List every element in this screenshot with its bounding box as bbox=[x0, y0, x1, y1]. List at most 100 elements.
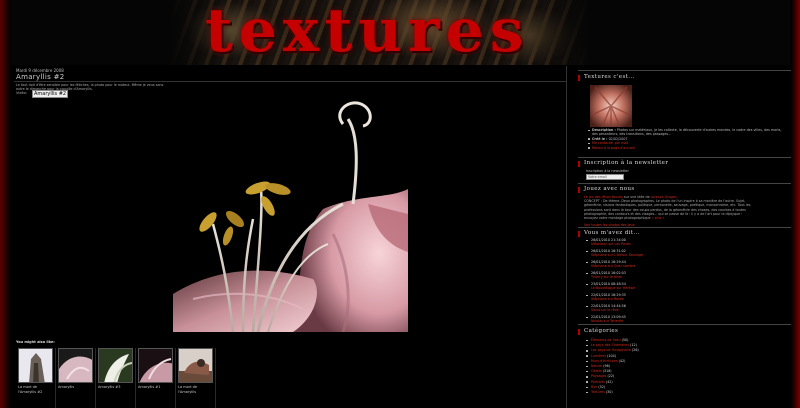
sidebar: Textures c'est... Description : Photos s… bbox=[578, 70, 791, 408]
game-concept: CONCEPT : De thème. Deux photographes. L… bbox=[584, 199, 751, 221]
newsletter-label: Inscription à la newsletter bbox=[586, 169, 629, 173]
comment-item[interactable]: 26/01/2010 16:02:03 Thierry sur le dîner bbox=[586, 271, 706, 279]
still-life-thumb bbox=[179, 349, 212, 382]
related-post-item[interactable]: La mort de l'Amaryllis #2 bbox=[16, 348, 56, 408]
related-post-caption[interactable]: Amaryllis #3 bbox=[98, 385, 135, 390]
divider bbox=[578, 324, 791, 325]
category-count: (50) bbox=[621, 338, 629, 342]
related-posts-label: You might also like: bbox=[16, 340, 55, 344]
flower-thumb bbox=[139, 349, 172, 382]
flower-thumb bbox=[99, 349, 132, 382]
created-label: Créé le : bbox=[592, 136, 608, 141]
category-count: (42) bbox=[605, 379, 613, 384]
related-post-thumbnail[interactable] bbox=[138, 348, 173, 383]
related-post-caption[interactable]: La mort de l'Amaryllis #2 bbox=[18, 385, 55, 394]
comment-item[interactable]: 26/01/2010 16:31:02 Stéphane sur L'Amour … bbox=[586, 249, 706, 257]
category-item[interactable]: Textures (30) bbox=[586, 390, 706, 395]
post-tag-label: Vidéo: bbox=[16, 91, 27, 95]
categories-section-title: Catégories bbox=[578, 328, 618, 335]
divider bbox=[578, 70, 791, 71]
category-link[interactable]: Paysages bbox=[591, 374, 606, 378]
comment-item[interactable]: 22/01/2010 14:44:56 Sonia sur le rêve bbox=[586, 304, 706, 312]
category-count: (12) bbox=[630, 343, 637, 348]
divider bbox=[578, 183, 791, 184]
comment-item[interactable]: 26/01/2010 16:29:44 Stéphane sur Quel nom… bbox=[586, 260, 706, 268]
newsletter-email-input[interactable]: Votre email bbox=[586, 174, 624, 180]
related-post-item[interactable]: La mort de l'Amaryllis bbox=[176, 348, 216, 408]
post-photo[interactable] bbox=[173, 94, 408, 332]
category-link[interactable]: Nature bbox=[591, 364, 602, 368]
comment-link[interactable]: Stéphane sur Rosée bbox=[591, 297, 706, 301]
column-divider bbox=[566, 66, 567, 408]
comment-link[interactable]: Thierry sur le dîner bbox=[591, 275, 706, 279]
newsletter-section-title: Inscription à la newsletter bbox=[578, 160, 668, 167]
category-link[interactable]: Éléments de l'eau bbox=[591, 338, 621, 342]
related-post-item[interactable]: Amaryllis #3 bbox=[96, 348, 136, 408]
amaryllis-photo bbox=[173, 94, 408, 332]
related-post-thumbnail[interactable] bbox=[98, 348, 133, 383]
related-post-caption[interactable]: Amaryllis bbox=[58, 385, 95, 390]
related-post-caption[interactable]: Amaryllis #1 bbox=[138, 385, 175, 390]
category-link[interactable]: Portraits bbox=[591, 380, 605, 384]
comment-link[interactable]: Stéphane sur Quel nombre bbox=[591, 264, 706, 268]
divider bbox=[578, 157, 791, 158]
comment-item[interactable]: 23/01/2010 08:48:54 Le Bouledogue sur Hér… bbox=[586, 282, 706, 290]
category-link[interactable]: Les pays de l'imaginaire bbox=[591, 348, 631, 352]
category-link[interactable]: Lumières bbox=[591, 354, 606, 358]
list-item[interactable]: Retour à la page d'accueil bbox=[588, 146, 788, 150]
category-count: (318) bbox=[602, 369, 612, 374]
post-title[interactable]: Amaryllis #2 bbox=[16, 73, 65, 81]
home-link[interactable]: Retour à la page d'accueil bbox=[592, 146, 635, 150]
category-count: (26) bbox=[631, 348, 639, 353]
related-post-thumbnail[interactable] bbox=[18, 348, 53, 383]
created-date: 02/02/2007 bbox=[608, 136, 628, 141]
more-link[interactable]: « plus » bbox=[652, 216, 665, 220]
recent-comments: 26/01/2010 21:34:00 Sébastien sur Les Pav… bbox=[586, 238, 706, 326]
category-count: (52) bbox=[598, 384, 606, 389]
categories-list: Éléments de l'eau (50) Le pays des Chama… bbox=[586, 338, 706, 395]
category-link[interactable]: Rue bbox=[591, 385, 597, 389]
description-text: Photos sur matériaux, je les collecte, l… bbox=[592, 128, 782, 137]
comment-item[interactable]: 22/01/2010 16:29:35 Stéphane sur Rosée bbox=[586, 293, 706, 301]
header-fade-right bbox=[530, 0, 590, 65]
page-border-right bbox=[791, 0, 800, 408]
category-link[interactable]: Le pays des Chamanes bbox=[591, 343, 629, 347]
related-post-caption[interactable]: La mort de l'Amaryllis bbox=[178, 385, 215, 394]
textures-section-title: Textures c'est... bbox=[578, 74, 635, 81]
comment-link[interactable]: Le Bouledogue sur Hérésie bbox=[591, 286, 706, 290]
category-count: (104) bbox=[607, 353, 616, 358]
category-link[interactable]: Textures bbox=[591, 390, 605, 394]
related-post-thumbnail[interactable] bbox=[178, 348, 213, 383]
related-posts: La mort de l'Amaryllis #2 Amaryllis Amar… bbox=[16, 348, 216, 408]
category-count: (96) bbox=[603, 364, 611, 369]
comment-link[interactable]: Sonia sur le rêve bbox=[591, 308, 706, 312]
comment-link[interactable]: Nicolas sur Tenerife bbox=[591, 319, 706, 323]
site-header: textures bbox=[10, 0, 791, 65]
description-label: Description : bbox=[592, 128, 616, 132]
comment-item[interactable]: 26/01/2010 21:34:00 Sébastien sur Les Pav… bbox=[586, 238, 706, 246]
divider bbox=[578, 227, 791, 228]
category-link[interactable]: Objets bbox=[591, 369, 602, 373]
related-post-thumbnail[interactable] bbox=[58, 348, 93, 383]
profile-photo[interactable] bbox=[590, 85, 632, 127]
comment-item[interactable]: 22/01/2010 13:09:45 Nicolas sur Tenerife bbox=[586, 315, 706, 323]
page-border-left bbox=[0, 0, 10, 408]
flower-thumb bbox=[59, 349, 92, 382]
post-tag-button[interactable]: Amaryllis #2 bbox=[32, 90, 69, 98]
textures-info-list: Description : Photos sur matériaux, je l… bbox=[588, 128, 788, 150]
game-description: Le jeu des rêves fauves sur une idée de … bbox=[584, 195, 754, 227]
comment-link[interactable]: Stéphane sur L'Amour Sauvage bbox=[591, 253, 706, 257]
site-logo[interactable]: textures bbox=[205, 0, 530, 64]
category-count: (42) bbox=[618, 358, 626, 363]
category-count: (22) bbox=[607, 374, 615, 379]
textures-photo bbox=[590, 85, 632, 127]
related-post-item[interactable]: Amaryllis #1 bbox=[136, 348, 176, 408]
main-content: Mardi 9 décembre 2008 Amaryllis #2 Le to… bbox=[14, 66, 566, 408]
comments-section-title: Vous m'avez dit... bbox=[578, 230, 640, 237]
building-thumb bbox=[19, 349, 52, 382]
category-link[interactable]: Murs d'écritures bbox=[591, 359, 618, 363]
related-post-item[interactable]: Amaryllis bbox=[56, 348, 96, 408]
divider bbox=[14, 81, 566, 82]
contact-link[interactable]: Me contacter par mail bbox=[592, 141, 628, 145]
comment-link[interactable]: Sébastien sur Les Pavés bbox=[591, 242, 706, 246]
